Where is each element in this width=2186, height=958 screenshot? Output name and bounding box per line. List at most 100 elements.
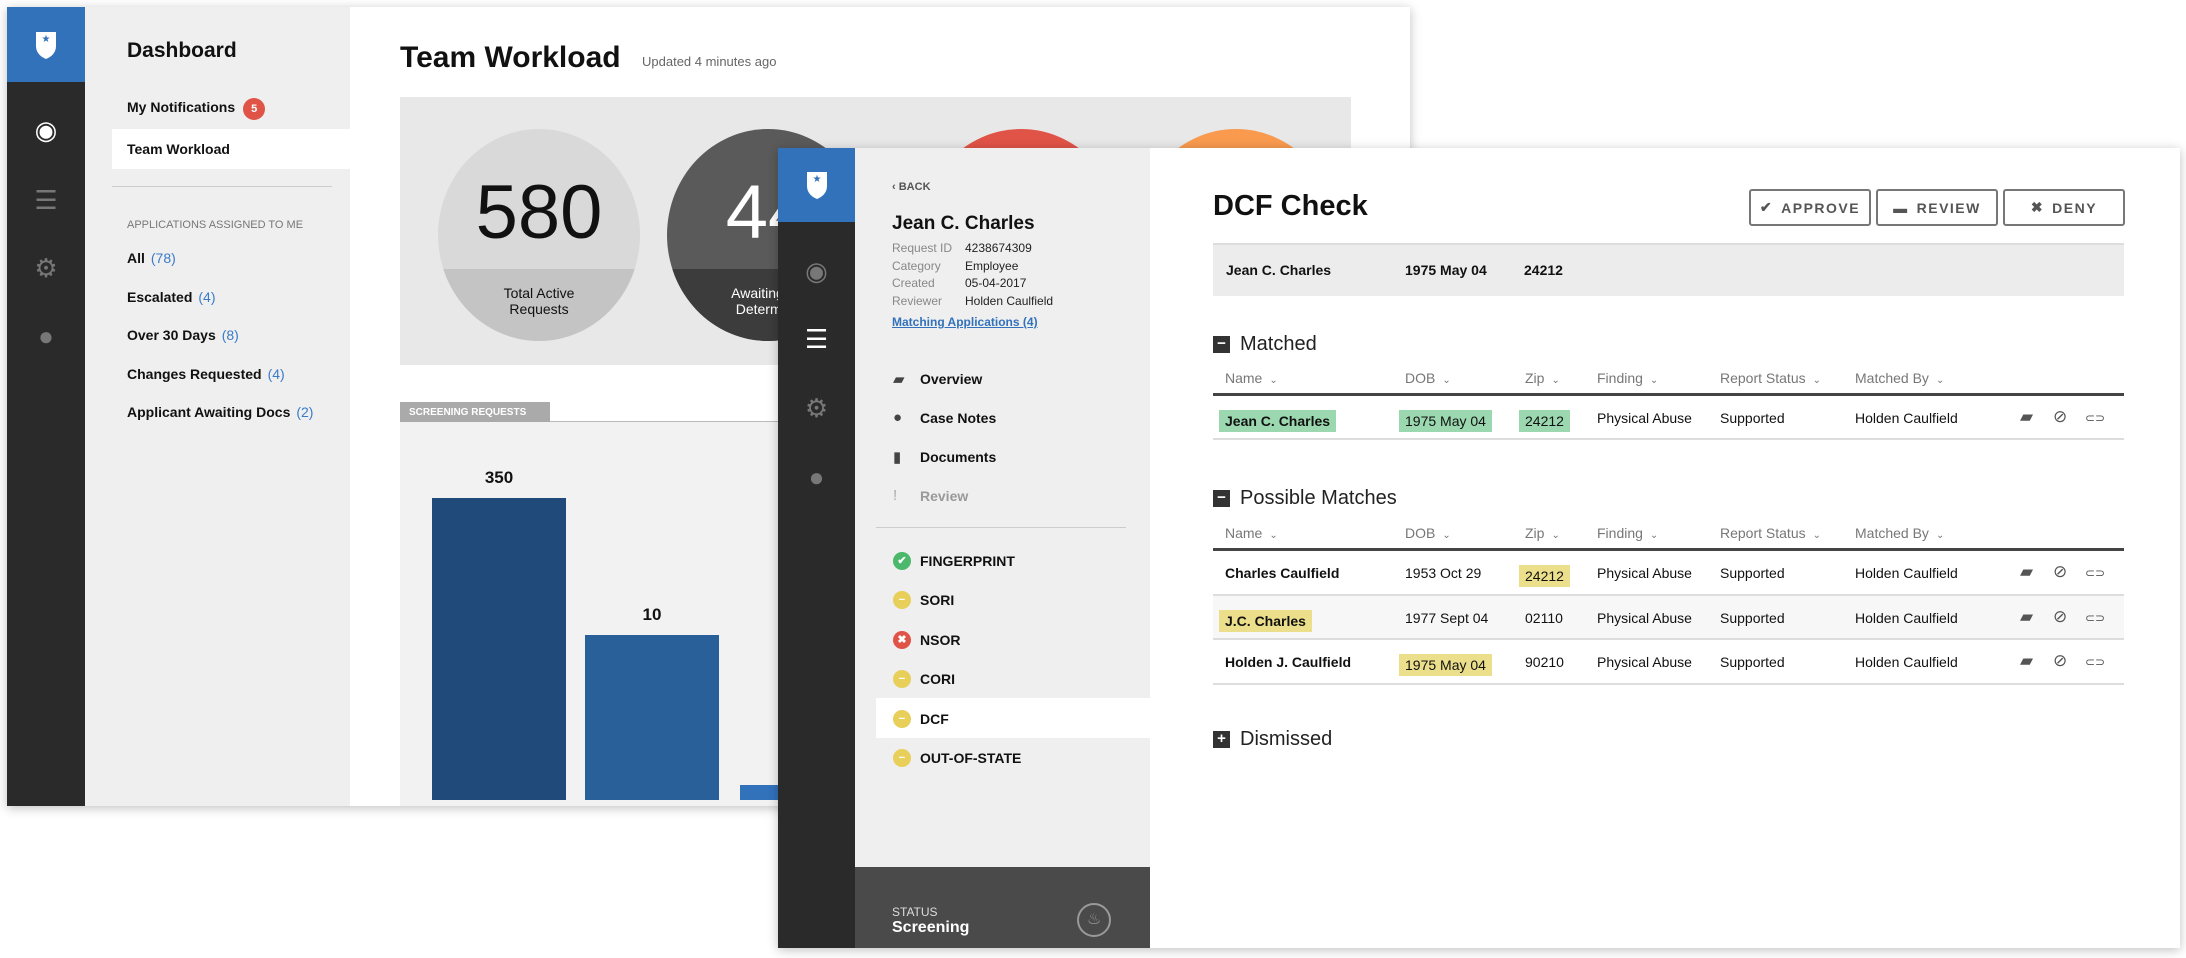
list-icon[interactable]: ☰ (778, 324, 855, 355)
possible-section-toggle[interactable]: − Possible Matches (1213, 487, 1397, 510)
gear-icon[interactable]: ⚙ (7, 253, 85, 284)
column-header-name[interactable]: Name ⌄ (1225, 370, 1278, 386)
folder-icon[interactable]: ▰ (2020, 407, 2033, 427)
header-label: Matched By (1855, 525, 1929, 541)
meta-key: Category (892, 258, 941, 273)
gear-icon[interactable]: ⚙ (778, 393, 855, 424)
matched-section-toggle[interactable]: − Matched (1213, 333, 1317, 356)
review-label: REVIEW (1916, 199, 1981, 216)
collapse-icon: − (1213, 336, 1230, 353)
approve-label: APPROVE (1781, 199, 1861, 216)
sidebar-item[interactable]: Applicant Awaiting Docs (2) (127, 404, 313, 420)
chevron-down-icon: ⌄ (1649, 530, 1659, 541)
dismissed-section-toggle[interactable]: + Dismissed (1213, 728, 1332, 751)
link-icon[interactable]: ⊂⊃ (2085, 655, 2105, 669)
cell-by: Holden Caulfield (1855, 609, 1958, 626)
column-header-dob[interactable]: DOB ⌄ (1405, 525, 1451, 541)
column-header-matched-by[interactable]: Matched By ⌄ (1855, 525, 1944, 541)
approve-button[interactable]: ✔ APPROVE (1749, 189, 1871, 226)
folder-icon[interactable]: ▰ (2020, 562, 2033, 582)
user-icon[interactable]: ● (7, 321, 85, 352)
review-button[interactable]: ▬ REVIEW (1876, 189, 1998, 226)
column-header-finding[interactable]: Finding ⌄ (1597, 370, 1658, 386)
sidebar-divider (876, 527, 1126, 528)
back-link[interactable]: ‹ BACK (892, 181, 931, 193)
column-header-report-status[interactable]: Report Status ⌄ (1720, 525, 1821, 541)
block-icon[interactable]: ⊘ (2053, 407, 2067, 427)
x-icon: ✖ (2030, 199, 2045, 215)
check-label: DCF (920, 710, 949, 727)
header-label: DOB (1405, 370, 1436, 386)
folder-icon[interactable]: ▰ (2020, 651, 2033, 671)
summary-bar: Jean C. Charles 1975 May 04 24212 (1213, 243, 2124, 296)
sidebar-item[interactable]: Changes Requested (4) (127, 366, 285, 382)
link-icon[interactable]: ⊂⊃ (2085, 411, 2105, 425)
column-header-finding[interactable]: Finding ⌄ (1597, 525, 1658, 541)
nav-label: Documents (920, 449, 997, 465)
column-header-zip[interactable]: Zip ⌄ (1525, 525, 1560, 541)
cell-name: J.C. Charles (1219, 609, 1312, 632)
cell-dob: 1975 May 04 (1399, 410, 1492, 432)
check-label: NSOR (920, 631, 961, 648)
item-label: Applicant Awaiting Docs (127, 404, 291, 420)
link-icon[interactable]: ⊂⊃ (2085, 611, 2105, 625)
block-icon[interactable]: ⊘ (2053, 607, 2067, 627)
dashboard-sidebar: Dashboard My Notifications 5 Team Workloa… (85, 7, 350, 806)
list-icon[interactable]: ☰ (7, 185, 85, 216)
sidebar-divider (112, 186, 332, 187)
column-header-zip[interactable]: Zip ⌄ (1525, 370, 1560, 386)
meta-key: Reviewer (892, 293, 943, 308)
item-label: Escalated (127, 288, 193, 305)
dashboard-gauge-icon[interactable]: ◉ (778, 256, 855, 287)
sidebar-item[interactable]: Over 30 Days (8) (127, 327, 239, 343)
item-count: (8) (221, 327, 239, 343)
sidebar-item[interactable]: Escalated (4) (127, 289, 216, 305)
deny-button[interactable]: ✖ DENY (2003, 189, 2125, 226)
matching-applications-link[interactable]: Matching Applications (4) (892, 315, 1038, 329)
fire-icon[interactable]: ♨ (1077, 903, 1111, 937)
item-label: Over 30 Days (127, 327, 216, 343)
chevron-down-icon: ⌄ (1551, 530, 1560, 541)
block-icon[interactable]: ⊘ (2053, 562, 2067, 582)
team-workload-label: Team Workload (127, 141, 230, 157)
sidebar-item-team-workload[interactable]: Team Workload (112, 129, 350, 169)
svg-text:★: ★ (42, 34, 51, 45)
stat-label-area: Total Active Requests (438, 269, 640, 341)
stat-total-active[interactable]: 580 Total Active Requests (438, 129, 640, 341)
status-value: Screening (892, 919, 970, 936)
column-header-dob[interactable]: DOB ⌄ (1405, 370, 1451, 386)
status-label: STATUS (892, 905, 938, 919)
back-label: BACK (898, 181, 931, 193)
column-header-matched-by[interactable]: Matched By ⌄ (1855, 370, 1944, 386)
dcf-title: DCF Check (1213, 190, 1368, 222)
cell-dob: 1975 May 04 (1399, 654, 1492, 676)
item-label: Changes Requested (127, 365, 262, 382)
cell-by: Holden Caulfield (1855, 654, 1958, 670)
cell-finding: Physical Abuse (1597, 565, 1692, 581)
meta-key: Request ID (892, 241, 953, 255)
cell-name: Charles Caulfield (1225, 565, 1340, 581)
link-icon[interactable]: ⊂⊃ (2085, 566, 2105, 580)
chevron-down-icon: ⌄ (1442, 375, 1451, 386)
cell-status: Supported (1720, 654, 1785, 670)
block-icon[interactable]: ⊘ (2053, 651, 2067, 671)
applicant-name: Jean C. Charles (892, 213, 1035, 234)
item-count: (4) (198, 288, 216, 305)
chevron-down-icon: ⌄ (1551, 375, 1560, 386)
sidebar-item-notifications[interactable]: My Notifications 5 (127, 98, 266, 120)
user-icon[interactable]: ● (778, 462, 855, 493)
meta-key: Created (892, 276, 935, 290)
bar-fingerprint[interactable] (432, 498, 566, 800)
dashboard-gauge-icon[interactable]: ◉ (7, 115, 85, 146)
column-header-name[interactable]: Name ⌄ (1225, 525, 1278, 541)
cell-zip: 24212 (1519, 565, 1570, 587)
bar-sori[interactable] (585, 635, 719, 800)
chevron-down-icon: ⌄ (1935, 530, 1945, 541)
sidebar-item[interactable]: All (78) (127, 250, 176, 266)
header-label: Name (1225, 370, 1263, 386)
bar-data-label: 10 (642, 605, 662, 624)
chart-tab[interactable]: SCREENING REQUESTS (400, 402, 550, 422)
column-header-report-status[interactable]: Report Status ⌄ (1720, 370, 1821, 386)
chevron-down-icon: ⌄ (1269, 530, 1278, 541)
folder-icon[interactable]: ▰ (2020, 607, 2033, 627)
